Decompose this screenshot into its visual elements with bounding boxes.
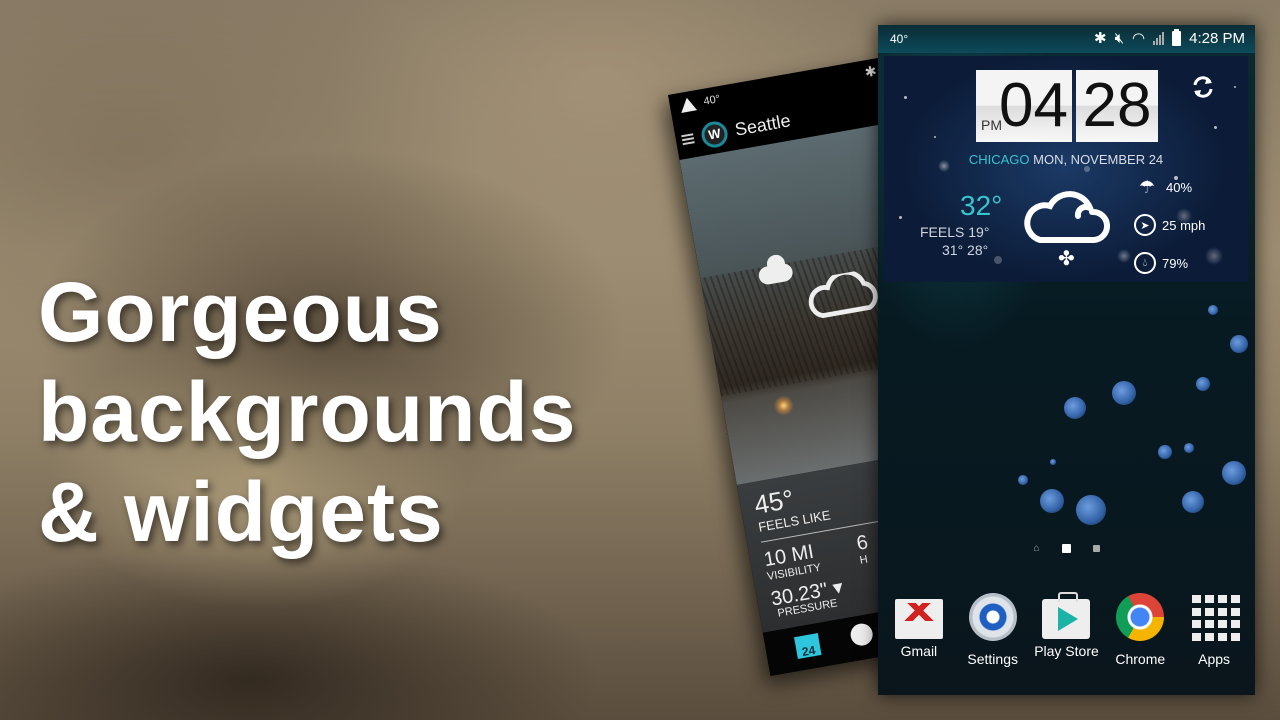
humidity-stat: 💧︎ 79% bbox=[1134, 252, 1188, 274]
hamburger-menu-icon[interactable] bbox=[681, 133, 695, 146]
app-label: Play Store bbox=[1034, 643, 1099, 659]
humidity-value: 6 bbox=[854, 531, 870, 555]
gmail-icon bbox=[894, 599, 943, 639]
battery-icon bbox=[1172, 28, 1182, 46]
refresh-icon[interactable] bbox=[1190, 74, 1216, 100]
weather-station-icon[interactable] bbox=[848, 621, 875, 648]
location-date: CHICAGO MON, NOVEMBER 24 bbox=[884, 152, 1248, 167]
precipitation-stat: ☂ 40% bbox=[1134, 176, 1192, 198]
mute-icon: 🔇︎ bbox=[1114, 29, 1125, 47]
headline-line-1: Gorgeous bbox=[38, 265, 443, 359]
wind-stat: ➤ 25 mph bbox=[1134, 214, 1205, 236]
dock-app-chrome[interactable]: Chrome bbox=[1104, 593, 1176, 667]
app-label: Gmail bbox=[900, 643, 938, 659]
widget-temperature: 32° bbox=[960, 190, 1003, 221]
app-dock: Gmail Settings Play Store Chrome Apps bbox=[878, 592, 1255, 667]
wifi-icon: ◠ bbox=[1132, 30, 1146, 47]
widget-hi-lo: 31° 28° bbox=[942, 242, 989, 258]
apps-grid-icon bbox=[1190, 593, 1241, 641]
dock-app-gmail[interactable]: Gmail bbox=[883, 593, 955, 667]
location-title[interactable]: Seattle bbox=[733, 110, 792, 140]
status-temperature: 40° bbox=[702, 93, 722, 108]
chrome-icon bbox=[1116, 593, 1165, 641]
dock-app-play-store[interactable]: Play Store bbox=[1030, 592, 1102, 667]
umbrella-icon: ☂ bbox=[1138, 177, 1156, 197]
headline-line-2: backgrounds bbox=[38, 365, 577, 459]
cloud-icon bbox=[1024, 186, 1111, 246]
page-dot-1[interactable] bbox=[1061, 544, 1071, 553]
status-right: ✱ 🔇︎ ◠ 4:28 PM bbox=[1094, 28, 1245, 47]
home-screen-phone: 40° ✱ 🔇︎ ◠ 4:28 PM PM 04 28 CHICAGO MON,… bbox=[878, 25, 1255, 695]
wind-value: 25 mph bbox=[1162, 217, 1206, 233]
status-time: 4:28 PM bbox=[1189, 29, 1245, 47]
app-logo-icon: W bbox=[699, 119, 730, 150]
weather-clock-widget[interactable]: PM 04 28 CHICAGO MON, NOVEMBER 24 32° FE… bbox=[884, 56, 1248, 282]
settings-icon bbox=[968, 593, 1017, 641]
widget-city: CHICAGO bbox=[968, 152, 1030, 167]
page-indicator: ⌂ bbox=[878, 543, 1255, 554]
widget-date: MON, NOVEMBER 24 bbox=[1033, 152, 1164, 167]
dock-app-settings[interactable]: Settings bbox=[957, 593, 1029, 667]
calendar-icon[interactable]: 24 bbox=[794, 633, 822, 659]
clock-hour: 04 bbox=[999, 71, 1068, 140]
snowflake-icon: ✤ bbox=[1058, 248, 1075, 270]
dock-app-apps[interactable]: Apps bbox=[1178, 593, 1250, 667]
bluetooth-icon: ✱ bbox=[1094, 30, 1107, 47]
headline-line-3: & widgets bbox=[38, 465, 444, 559]
app-label: Chrome bbox=[1115, 651, 1166, 667]
flip-clock[interactable]: PM 04 28 bbox=[976, 70, 1158, 142]
app-label: Apps bbox=[1198, 651, 1231, 667]
headline: Gorgeous backgrounds & widgets bbox=[38, 262, 576, 562]
home-status-bar: 40° ✱ 🔇︎ ◠ 4:28 PM bbox=[878, 25, 1255, 53]
page-dot-2[interactable] bbox=[1092, 545, 1100, 552]
signal-icon bbox=[1153, 31, 1165, 45]
clock-minute-card: 28 bbox=[1076, 70, 1158, 142]
humidity-label: H bbox=[858, 553, 869, 567]
app-label: Settings bbox=[967, 651, 1018, 667]
precipitation-value: 40% bbox=[1166, 179, 1193, 195]
status-temperature: 40° bbox=[890, 32, 909, 46]
warning-icon bbox=[678, 96, 698, 113]
clock-ampm: PM bbox=[981, 117, 1002, 133]
play-store-icon bbox=[1042, 592, 1091, 639]
wind-compass-icon: ➤ bbox=[1134, 214, 1156, 236]
home-page-icon[interactable]: ⌂ bbox=[1033, 543, 1039, 554]
clock-minute: 28 bbox=[1082, 71, 1152, 140]
widget-feels-like: FEELS 19° bbox=[920, 224, 990, 240]
humidity-value: 79% bbox=[1162, 255, 1189, 271]
humidity-drops-icon: 💧︎ bbox=[1134, 252, 1156, 274]
clock-hour-card: PM 04 bbox=[976, 70, 1072, 142]
